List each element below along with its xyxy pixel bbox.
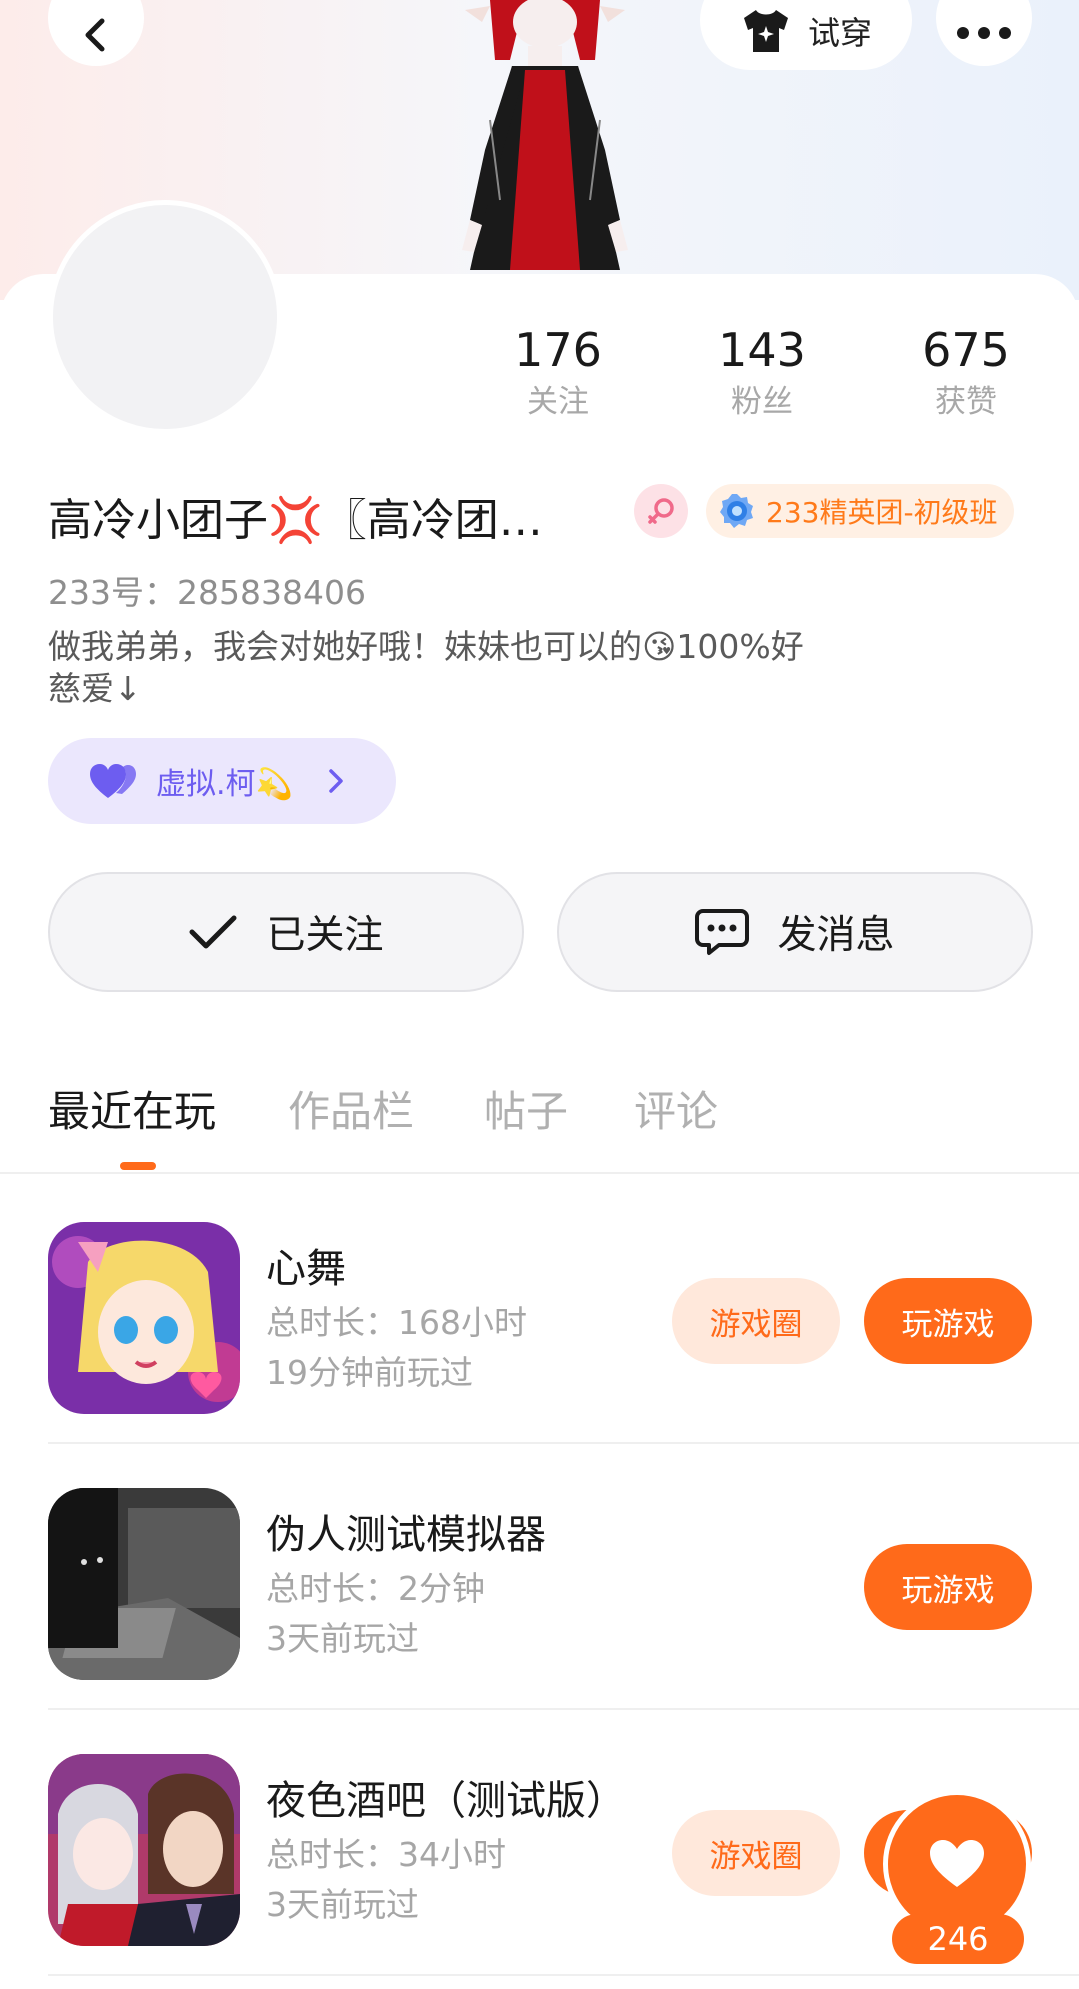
game-title: 伪人测试模拟器: [266, 1512, 546, 1558]
tab-posts[interactable]: 帖子: [484, 1078, 568, 1139]
game-title: 夜色酒吧（测试版）: [266, 1778, 626, 1824]
game-circle-button[interactable]: 游戏圈: [672, 1810, 840, 1896]
message-button[interactable]: 发消息: [557, 872, 1033, 992]
game-last-played: 3天前玩过: [266, 1885, 419, 1924]
game-icon-yese-jiuba: [48, 1754, 240, 1946]
chat-bubble-icon: [695, 909, 750, 955]
game-circle-button[interactable]: 游戏圈: [672, 1278, 840, 1364]
game-icon-weiren: [48, 1488, 240, 1680]
game-row[interactable]: 伪人测试模拟器 总时长：2分钟 3天前玩过 玩游戏: [48, 1446, 1079, 1710]
user-id[interactable]: 233号：285838406: [48, 566, 366, 614]
game-last-played: 19分钟前玩过: [266, 1353, 473, 1392]
avatar[interactable]: [48, 200, 282, 434]
stat-following[interactable]: 176 关注: [478, 322, 638, 424]
stat-label: 粉丝: [731, 384, 793, 420]
game-duration: 总时长：168小时: [266, 1303, 527, 1342]
tshirt-icon: [743, 10, 788, 52]
fan-group-pill[interactable]: 虚拟.柯💫: [48, 738, 396, 824]
gender-badge: [634, 484, 688, 538]
chevron-left-icon: [85, 18, 105, 52]
profile-bio: 做我弟弟，我会对她好哦！妹妹也可以的😘100%好 慈爱↓: [48, 627, 804, 708]
chevron-right-icon: [329, 769, 343, 793]
tab-works[interactable]: 作品栏: [288, 1078, 414, 1139]
stat-value: 675: [922, 323, 1010, 377]
stat-likes[interactable]: 675 获赞: [886, 322, 1046, 424]
level-medal-icon: [720, 494, 753, 528]
play-game-button[interactable]: 玩游戏: [864, 1544, 1032, 1630]
try-on-label: 试穿: [807, 14, 872, 52]
more-dots-icon: [957, 27, 1011, 39]
game-title: 心舞: [266, 1246, 346, 1292]
message-label: 发消息: [777, 913, 895, 958]
like-count: 246: [892, 1914, 1024, 1964]
followed-button[interactable]: 已关注: [48, 872, 524, 992]
female-icon: [648, 498, 674, 524]
more-button[interactable]: [936, 0, 1032, 66]
game-duration: 总时长：34小时: [266, 1835, 506, 1874]
fan-group-label: 虚拟.柯💫: [156, 767, 293, 802]
profile-name: 高冷小团子💢〖高冷团…: [48, 495, 543, 546]
level-badge[interactable]: 233精英团-初级班: [706, 484, 1014, 538]
tab-bar: 最近在玩 作品栏 帖子 评论: [0, 1050, 1079, 1174]
try-on-button[interactable]: 试穿: [700, 0, 912, 70]
play-game-button[interactable]: 玩游戏: [864, 1278, 1032, 1364]
stat-followers[interactable]: 143 粉丝: [682, 322, 842, 424]
level-badge-label: 233精英团-初级班: [766, 496, 998, 529]
game-last-played: 3天前玩过: [266, 1619, 419, 1658]
followed-label: 已关注: [266, 913, 384, 958]
double-heart-icon: [90, 764, 136, 798]
tab-comments[interactable]: 评论: [634, 1078, 718, 1139]
checkmark-icon: [189, 915, 237, 949]
game-row[interactable]: 心舞 总时长：168小时 19分钟前玩过 游戏圈 玩游戏: [48, 1180, 1079, 1444]
game-duration: 总时长：2分钟: [266, 1569, 485, 1608]
active-tab-indicator: [120, 1162, 156, 1170]
avatar-character-figure: [462, 0, 628, 270]
stat-label: 获赞: [935, 384, 997, 420]
heart-icon: [930, 1840, 984, 1887]
game-icon-xinwu: [48, 1222, 240, 1414]
tab-recently-played[interactable]: 最近在玩: [48, 1078, 216, 1139]
stat-value: 143: [718, 323, 806, 377]
stat-value: 176: [514, 323, 602, 377]
stat-label: 关注: [527, 384, 589, 420]
back-button[interactable]: [48, 0, 144, 66]
